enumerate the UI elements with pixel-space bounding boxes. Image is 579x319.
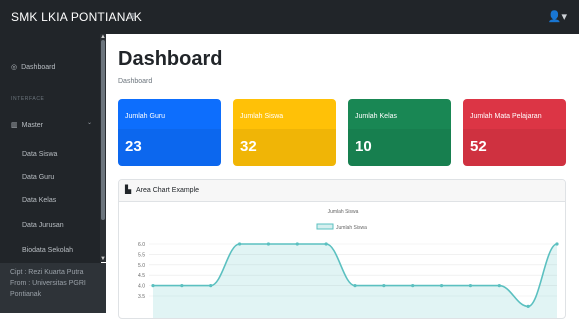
chart-title: Jumlah Siswa xyxy=(328,209,359,215)
sidebar-item-data-guru[interactable]: Data Guru xyxy=(22,174,54,181)
dashboard-icon: ◎ xyxy=(11,64,18,71)
chart-area-icon: ▙ xyxy=(125,185,132,194)
top-navbar: SMK LKIA PONTIANAK ≡ 👤▾ xyxy=(0,0,579,34)
scrollbar-thumb[interactable] xyxy=(101,40,105,220)
card-jumlah-guru[interactable]: Jumlah Guru 23 xyxy=(118,99,221,166)
breadcrumb: Dashboard xyxy=(118,78,153,85)
sidebar-item-data-siswa[interactable]: Data Siswa xyxy=(22,151,57,158)
data-point[interactable] xyxy=(180,284,184,288)
sidebar-item-data-jurusan[interactable]: Data Jurusan xyxy=(22,222,64,229)
legend-label[interactable]: Jumlah Siswa xyxy=(336,225,367,231)
data-point[interactable] xyxy=(526,304,530,308)
panel-title: Area Chart Example xyxy=(136,187,200,194)
data-point[interactable] xyxy=(209,284,213,288)
footer-line: From : Universitas PGRI xyxy=(10,280,86,287)
y-tick-label: 6.0 xyxy=(138,242,145,248)
sidebar-footer: Cipt : Rezi Kuarta Putra From : Universi… xyxy=(0,263,106,313)
card-label: Jumlah Siswa xyxy=(240,113,284,120)
sidebar-item-dashboard[interactable]: ◎ Dashboard xyxy=(11,63,55,71)
footer-line: Pontianak xyxy=(10,291,42,298)
data-point[interactable] xyxy=(439,284,444,288)
data-point[interactable] xyxy=(411,284,415,288)
sidebar-item-master[interactable]: ▥ Master xyxy=(11,121,43,129)
card-jumlah-siswa[interactable]: Jumlah Siswa 32 xyxy=(233,99,336,166)
sidebar-item-label: Master xyxy=(21,122,44,129)
area-fill xyxy=(153,244,557,318)
card-jumlah-mata-pelajaran[interactable]: Jumlah Mata Pelajaran 52 xyxy=(463,99,566,166)
columns-icon: ▥ xyxy=(11,122,18,129)
data-point[interactable] xyxy=(353,284,357,288)
y-tick-label: 5.0 xyxy=(138,263,145,269)
main-content: Dashboard Dashboard Jumlah Guru 23 Jumla… xyxy=(106,34,579,319)
page-title: Dashboard xyxy=(118,48,223,70)
y-tick-label: 5.5 xyxy=(138,252,145,258)
legend-swatch xyxy=(316,223,334,230)
data-point[interactable] xyxy=(266,242,271,246)
user-menu-icon[interactable]: 👤▾ xyxy=(548,10,567,23)
sidebar-toggle-icon[interactable]: ≡ xyxy=(129,9,136,23)
card-label: Jumlah Guru xyxy=(125,113,166,120)
data-point[interactable] xyxy=(382,284,386,288)
data-point[interactable] xyxy=(468,284,473,288)
data-point[interactable] xyxy=(295,242,299,246)
y-tick-label: 4.5 xyxy=(138,273,145,279)
y-tick-label: 4.0 xyxy=(138,284,145,290)
card-label: Jumlah Mata Pelajaran xyxy=(470,113,542,120)
panel-header: ▙ Area Chart Example xyxy=(119,180,565,202)
data-point[interactable] xyxy=(324,242,328,246)
sidebar-item-biodata-sekolah[interactable]: Biodata Sekolah xyxy=(22,247,73,254)
area-chart: Jumlah Siswa Jumlah Siswa 6.0 5.5 5.0 4.5 4.0 3… xyxy=(138,209,559,318)
card-value: 32 xyxy=(240,138,257,155)
area-chart-panel: ▙ Area Chart Example Jumlah Siswa Jumlah … xyxy=(118,179,566,319)
data-point[interactable] xyxy=(151,284,155,288)
sidebar-item-data-kelas[interactable]: Data Kelas xyxy=(22,197,56,204)
card-value: 52 xyxy=(470,138,487,155)
sidebar-item-label: Dashboard xyxy=(21,64,56,71)
card-value: 10 xyxy=(355,138,372,155)
card-label: Jumlah Kelas xyxy=(355,113,398,120)
footer-line: Cipt : Rezi Kuarta Putra xyxy=(10,269,84,276)
chevron-down-icon[interactable]: ⌄ xyxy=(87,119,92,126)
sidebar-heading: INTERFACE xyxy=(11,96,45,102)
brand-title[interactable]: SMK LKIA PONTIANAK xyxy=(11,10,142,24)
card-jumlah-kelas[interactable]: Jumlah Kelas 10 xyxy=(348,99,451,166)
y-tick-label: 3.5 xyxy=(138,294,145,300)
data-point[interactable] xyxy=(497,284,501,288)
data-point[interactable] xyxy=(555,242,559,246)
data-point[interactable] xyxy=(237,242,242,246)
card-value: 23 xyxy=(125,138,142,155)
